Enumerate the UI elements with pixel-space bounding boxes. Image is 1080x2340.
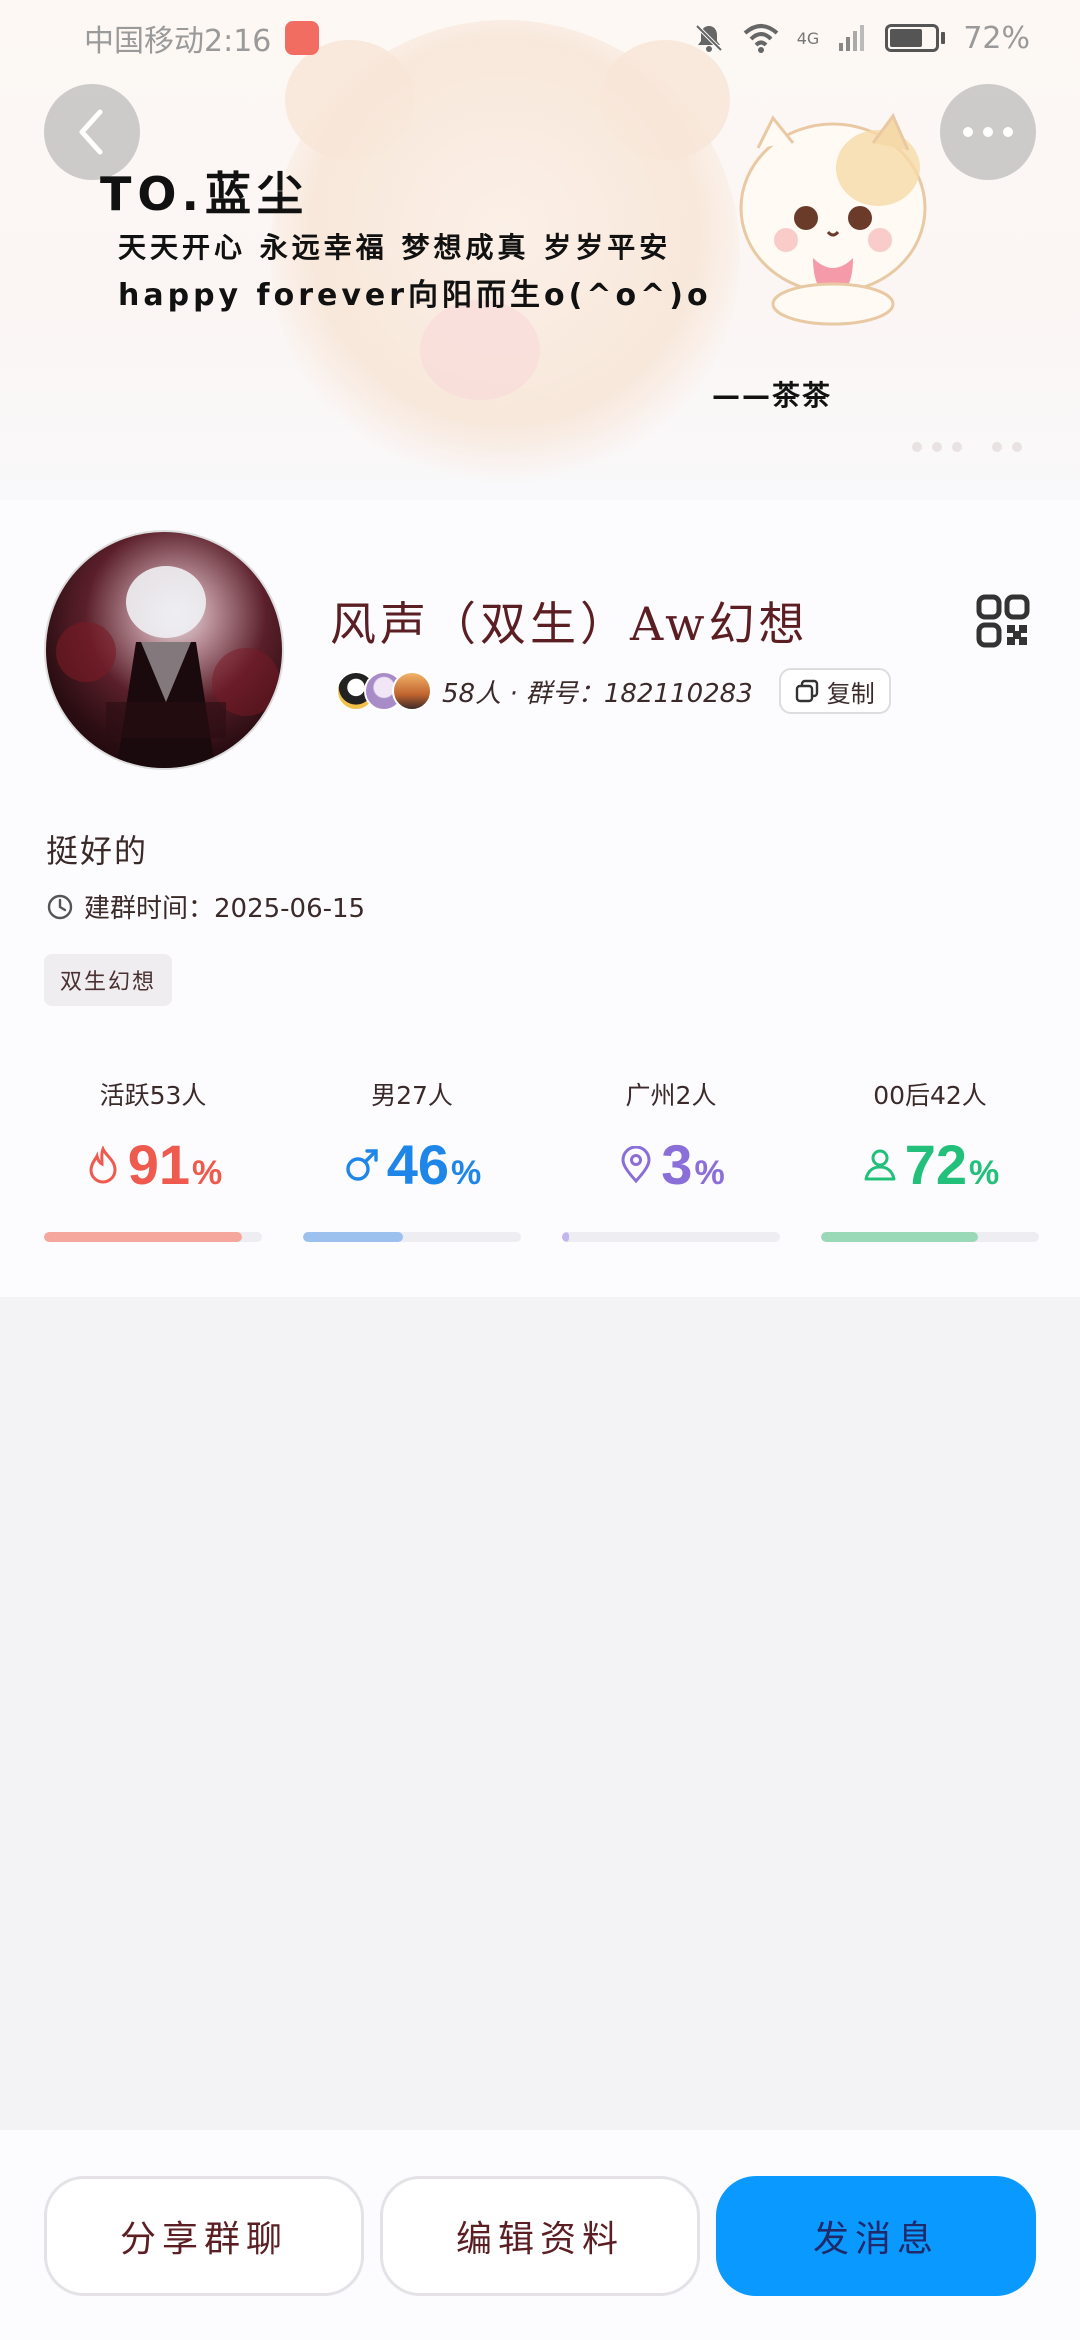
status-left: 中国移动2:16 bbox=[84, 16, 320, 60]
stat-value: 3 % bbox=[562, 1132, 780, 1197]
share-group-button[interactable]: 分享群聊 bbox=[44, 2176, 364, 2296]
qr-code-icon[interactable] bbox=[976, 594, 1030, 648]
group-tag[interactable]: 双生幻想 bbox=[44, 954, 173, 1006]
banner-title: TO.蓝尘 bbox=[100, 167, 309, 221]
flame-icon bbox=[89, 1145, 117, 1183]
signal-icon bbox=[839, 25, 865, 51]
group-meta-row: 58人 · 群号：182110283 复制 bbox=[336, 668, 891, 714]
group-info-card: 风声（双生）Aw幻想 58人 · 群号：182110283 复制 挺好的 建群时… bbox=[0, 500, 1080, 1297]
group-profile-page: 中国移动2:16 4G 72% TO.蓝尘 天天开心 永远幸福 梦想成真 岁岁平… bbox=[0, 0, 1080, 2340]
send-message-button[interactable]: 发消息 bbox=[716, 2176, 1036, 2296]
stat-value: 91 % bbox=[44, 1132, 262, 1197]
banner-decoration bbox=[420, 300, 540, 400]
location-icon bbox=[621, 1145, 651, 1183]
stat-progress-track bbox=[821, 1232, 1039, 1242]
stat-progress-fill bbox=[44, 1232, 243, 1242]
created-date-row: 建群时间：2025-06-15 bbox=[46, 888, 365, 925]
group-intro: 挺好的 bbox=[46, 832, 149, 870]
header-banner: 中国移动2:16 4G 72% TO.蓝尘 天天开心 永远幸福 梦想成真 岁岁平… bbox=[0, 0, 1080, 500]
stat-label: 活跃53人 bbox=[99, 1081, 207, 1110]
battery-icon bbox=[885, 24, 946, 52]
clock-icon bbox=[47, 894, 73, 919]
stat-age[interactable]: 00后42人 72 % bbox=[821, 1076, 1039, 1256]
battery-percent: 72% bbox=[963, 20, 1030, 56]
network-type: 4G bbox=[796, 28, 820, 48]
banner-signature: ——茶茶 bbox=[712, 379, 833, 412]
stat-number: 91 bbox=[127, 1133, 191, 1196]
stat-progress-fill bbox=[821, 1232, 978, 1242]
banner-text-line: happy forever向阳而生o(^o^)o bbox=[118, 278, 712, 313]
stat-progress-fill bbox=[303, 1232, 404, 1242]
stat-unit: % bbox=[694, 1154, 725, 1192]
status-bar: 中国移动2:16 4G 72% bbox=[0, 0, 1080, 76]
stat-number: 3 bbox=[661, 1133, 693, 1196]
stat-label: 广州2人 bbox=[625, 1081, 717, 1110]
member-count-group-id: 58人 · 群号：182110283 bbox=[442, 678, 753, 709]
stat-unit: % bbox=[451, 1154, 482, 1192]
copy-label: 复制 bbox=[826, 679, 875, 708]
mute-bell-icon bbox=[695, 24, 723, 52]
stat-label: 00后42人 bbox=[873, 1081, 987, 1110]
person-icon bbox=[864, 1149, 896, 1180]
member-avatars[interactable] bbox=[336, 671, 432, 711]
carrier-time: 中国移动2:16 bbox=[84, 24, 272, 59]
status-right: 4G 72% bbox=[693, 21, 1030, 56]
male-icon bbox=[346, 1148, 378, 1181]
member-stats: 活跃53人 91 % 男27人 46 % 广州2人 3 % 00后42人 72 … bbox=[0, 1076, 1080, 1256]
bottom-action-bar: 分享群聊 编辑资料 发消息 bbox=[0, 2130, 1080, 2340]
stat-number: 72 bbox=[904, 1133, 968, 1196]
member-avatar bbox=[392, 671, 432, 711]
chevron-left-icon bbox=[79, 109, 103, 155]
stat-progress-track bbox=[562, 1232, 780, 1242]
app-store-icon bbox=[285, 21, 320, 55]
group-name: 风声（双生）Aw幻想 bbox=[330, 597, 809, 651]
edit-profile-button[interactable]: 编辑资料 bbox=[380, 2176, 700, 2296]
stat-value: 46 % bbox=[303, 1132, 521, 1197]
stat-location[interactable]: 广州2人 3 % bbox=[562, 1076, 780, 1256]
stat-progress-fill bbox=[562, 1232, 569, 1242]
stat-unit: % bbox=[969, 1154, 1000, 1192]
cat-sticker-image bbox=[739, 113, 927, 326]
stat-progress-track bbox=[303, 1232, 521, 1242]
stat-progress-track bbox=[44, 1232, 262, 1242]
stat-value: 72 % bbox=[821, 1132, 1039, 1197]
created-date: 建群时间：2025-06-15 bbox=[84, 894, 366, 924]
more-button[interactable] bbox=[940, 84, 1036, 180]
wifi-icon bbox=[743, 24, 779, 53]
more-dots-icon bbox=[963, 127, 1013, 137]
stat-unit: % bbox=[192, 1154, 223, 1192]
stat-number: 46 bbox=[386, 1133, 450, 1196]
avatar-image bbox=[56, 566, 280, 768]
copy-group-id-button[interactable]: 复制 bbox=[778, 668, 891, 714]
stat-label: 男27人 bbox=[371, 1081, 453, 1110]
copy-icon bbox=[795, 679, 818, 703]
stat-active[interactable]: 活跃53人 91 % bbox=[44, 1076, 262, 1256]
stat-gender[interactable]: 男27人 46 % bbox=[303, 1076, 521, 1256]
group-avatar[interactable] bbox=[44, 530, 284, 770]
banner-page-indicator bbox=[912, 442, 1022, 452]
banner-text-line: 天天开心 永远幸福 梦想成真 岁岁平安 bbox=[118, 231, 672, 264]
